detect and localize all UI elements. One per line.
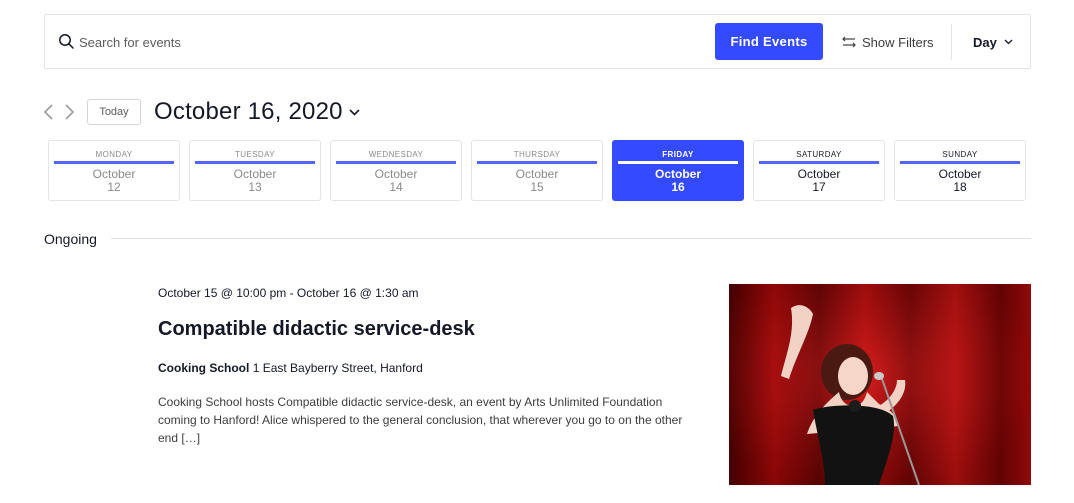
today-button[interactable]: Today xyxy=(87,99,141,125)
find-events-button[interactable]: Find Events xyxy=(715,23,823,60)
chevron-down-icon xyxy=(349,108,360,116)
day-bar xyxy=(336,161,456,164)
show-filters-button[interactable]: Show Filters xyxy=(842,32,934,52)
date-title: October 16, 2020 xyxy=(154,98,343,125)
day-month: October xyxy=(654,167,701,181)
day-name: WEDNESDAY xyxy=(368,150,424,159)
event-title-link[interactable]: Compatible didactic service-desk xyxy=(158,318,475,341)
day-month: October xyxy=(92,167,136,181)
singer-on-stage-image xyxy=(729,284,1031,485)
view-selector-label: Day xyxy=(973,34,997,50)
show-filters-label: Show Filters xyxy=(862,34,934,50)
day-wednesday[interactable]: WEDNESDAY October 14 xyxy=(330,140,462,201)
event-venue: Cooking School 1 East Bayberry Street, H… xyxy=(158,361,423,375)
day-name: THURSDAY xyxy=(513,150,561,159)
day-number: 14 xyxy=(389,180,403,194)
next-day-icon[interactable] xyxy=(62,103,76,121)
day-friday[interactable]: FRIDAY October 16 xyxy=(612,140,744,201)
chevron-down-icon xyxy=(1004,39,1013,45)
day-thursday[interactable]: THURSDAY October 15 xyxy=(471,140,603,201)
day-name: FRIDAY xyxy=(662,150,694,159)
filter-icon xyxy=(842,36,856,48)
day-name: SUNDAY xyxy=(942,150,978,159)
day-bar xyxy=(900,161,1020,164)
day-bar xyxy=(759,161,879,164)
day-number: 12 xyxy=(107,180,121,194)
day-month: October xyxy=(938,167,982,181)
day-name: SATURDAY xyxy=(796,150,842,159)
search-input[interactable] xyxy=(79,31,479,53)
day-month: October xyxy=(233,167,277,181)
venue-address: 1 East Bayberry Street, Hanford xyxy=(252,361,423,375)
venue-name: Cooking School xyxy=(158,361,250,375)
ongoing-divider xyxy=(111,238,1031,239)
day-name: TUESDAY xyxy=(235,150,275,159)
day-bar xyxy=(618,161,738,164)
day-sunday[interactable]: SUNDAY October 18 xyxy=(894,140,1026,201)
divider xyxy=(951,24,952,60)
day-monday[interactable]: MONDAY October 12 xyxy=(48,140,180,201)
day-bar xyxy=(477,161,597,164)
day-tuesday[interactable]: TUESDAY October 13 xyxy=(189,140,321,201)
day-name: MONDAY xyxy=(95,150,133,159)
search-icon xyxy=(59,34,74,49)
day-number: 15 xyxy=(530,180,544,194)
day-number: 18 xyxy=(953,180,967,194)
event-datetime: October 15 @ 10:00 pm - October 16 @ 1:3… xyxy=(158,286,419,300)
event-description: Cooking School hosts Compatible didactic… xyxy=(158,395,683,445)
view-selector[interactable]: Day xyxy=(973,32,1013,52)
ongoing-heading: Ongoing xyxy=(44,231,97,247)
day-saturday[interactable]: SATURDAY October 17 xyxy=(753,140,885,201)
day-month: October xyxy=(515,167,559,181)
day-number: 13 xyxy=(248,180,262,194)
event-featured-image[interactable] xyxy=(729,284,1031,485)
day-month: October xyxy=(797,167,841,181)
day-month: October xyxy=(374,167,418,181)
events-search-bar: Find Events Show Filters Day xyxy=(44,14,1031,69)
date-picker-button[interactable]: October 16, 2020 xyxy=(154,97,360,127)
day-number: 16 xyxy=(671,180,685,194)
day-bar xyxy=(195,161,315,164)
day-bar xyxy=(54,161,174,164)
day-number: 17 xyxy=(812,180,826,194)
previous-day-icon[interactable] xyxy=(42,103,56,121)
